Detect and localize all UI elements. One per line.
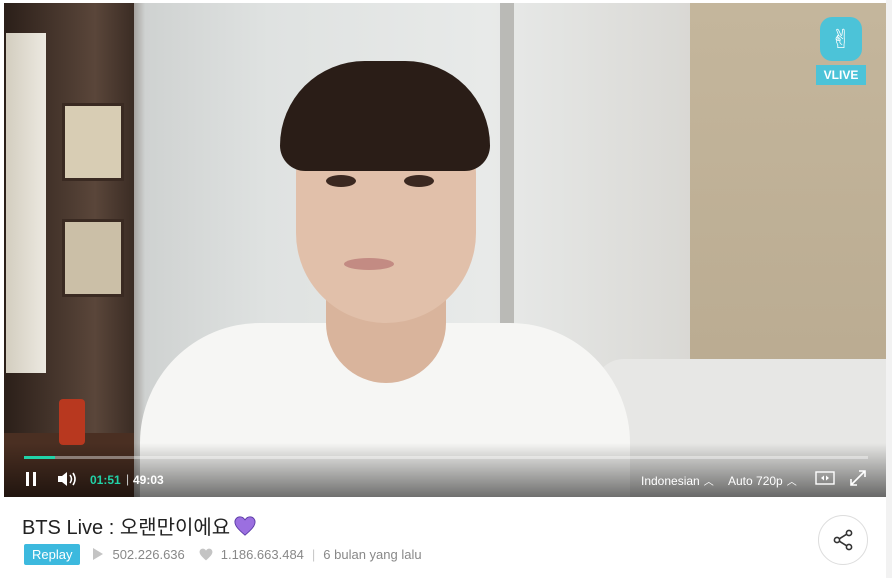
upload-date: 6 bulan yang lalu [323, 546, 422, 562]
player-controls: 01:51 | 49:03 Indonesian ︿ Auto 720p ︿ [4, 443, 886, 497]
video-frame-shelf-compartment [62, 103, 124, 181]
theater-mode-icon [815, 471, 835, 485]
fullscreen-icon [850, 470, 866, 486]
video-title: BTS Live : 오랜만이에요 [22, 511, 256, 540]
vlive-v-icon: ✌ [820, 17, 862, 61]
view-count: 502.226.636 [112, 546, 185, 562]
volume-button[interactable] [56, 470, 80, 488]
volume-icon [58, 472, 76, 486]
replay-badge: Replay [24, 543, 81, 565]
chevron-up-icon: ︿ [786, 477, 797, 488]
progress-bar[interactable] [24, 456, 868, 459]
video-frame-person-hair [280, 61, 490, 171]
video-title-text: BTS Live : 오랜만이에요 [22, 517, 231, 539]
share-button[interactable] [818, 515, 868, 565]
video-frame-eye [326, 175, 356, 187]
pause-button[interactable] [26, 471, 40, 487]
fullscreen-button[interactable] [849, 469, 867, 487]
time-current: 01:51 [90, 473, 121, 487]
quality-selector[interactable]: Auto 720p ︿ [728, 473, 797, 489]
video-frame-lamp [6, 33, 46, 373]
progress-bar-fill [24, 456, 56, 459]
video-meta: Replay 502.226.636 1.186.663.484 | 6 bul… [24, 543, 422, 565]
video-info: BTS Live : 오랜만이에요 Replay 502.226.636 1.1… [4, 497, 886, 578]
play-count-icon [93, 548, 104, 560]
pause-icon [26, 472, 29, 486]
video-frame-can [59, 399, 85, 445]
time-separator: | [126, 472, 130, 486]
subtitle-language-label: Indonesian [641, 473, 700, 488]
video-player[interactable]: ✌ VLIVE 01:51 | 49:03 Indonesian ︿ Auto … [4, 3, 886, 497]
video-frame-lips [344, 258, 394, 270]
purple-heart-icon [234, 515, 256, 536]
chevron-up-icon: ︿ [703, 477, 714, 488]
time-total: 49:03 [133, 473, 164, 487]
share-icon [833, 529, 853, 551]
theater-mode-button[interactable] [815, 471, 835, 485]
video-frame-door [500, 3, 514, 333]
like-count: 1.186.663.484 [220, 546, 304, 562]
vlive-logo-text: VLIVE [816, 65, 866, 85]
video-frame-eye [404, 175, 434, 187]
quality-label: Auto 720p [728, 473, 783, 488]
page-scroll-edge [886, 0, 892, 578]
heart-icon [199, 548, 213, 560]
subtitle-language-selector[interactable]: Indonesian ︿ [641, 473, 714, 489]
pause-icon [33, 472, 36, 486]
video-frame-shelf-compartment [62, 219, 124, 297]
vlive-logo: ✌ VLIVE [816, 17, 866, 87]
meta-separator: | [311, 546, 316, 562]
